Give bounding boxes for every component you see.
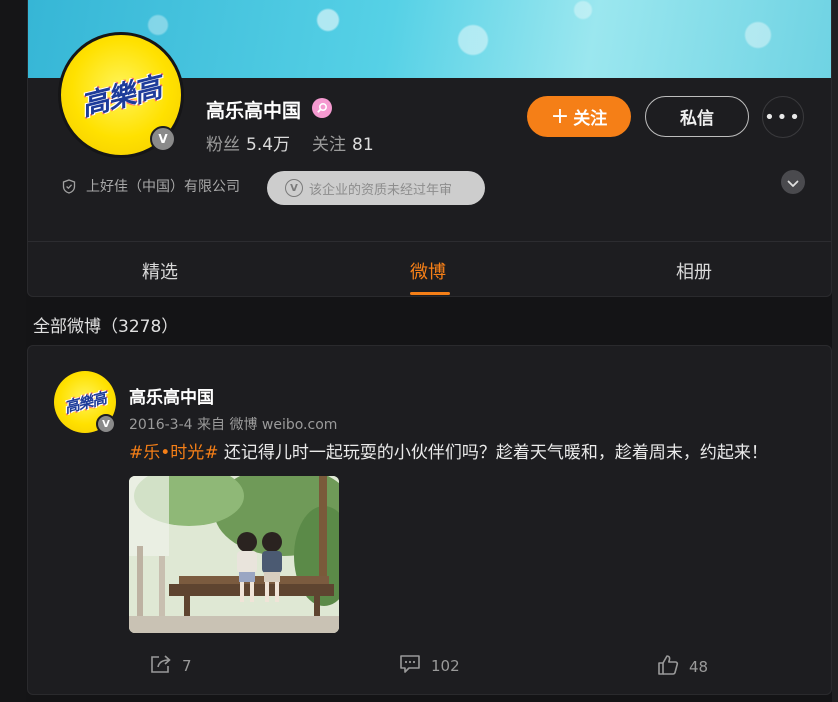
verify-circle-icon: V [285,179,303,197]
verified-icon: V [96,414,116,434]
chevron-down-icon [787,173,799,192]
following-count[interactable]: 81 [352,135,374,155]
following-label[interactable]: 关注 [312,135,346,155]
follow-button[interactable]: + 关注 [527,96,631,137]
message-button-label: 私信 [680,109,714,129]
post-card: 高樂高 V 高乐高中国 2016-3-4 来自 微博 weibo.com #乐•… [27,345,832,695]
search-badge-icon[interactable] [312,98,332,118]
fans-label[interactable]: 粉丝 [206,135,240,155]
left-rail [0,0,26,702]
thumbs-up-icon [657,654,679,680]
ellipsis-icon: ••• [764,106,802,128]
all-posts-title: 全部微博（3278） [33,317,179,337]
brand-logo: 高樂高 [78,70,165,123]
plus-icon: + [550,104,570,129]
qualification-notice: V 该企业的资质未经过年审 [267,171,485,205]
fans-count[interactable]: 5.4万 [246,135,290,155]
comment-icon [399,654,421,678]
follow-button-label: 关注 [573,109,608,129]
more-options-button[interactable]: ••• [762,96,804,138]
active-tab-indicator [410,292,450,295]
profile-name: 高乐高中国 [206,100,302,122]
repost-count: 7 [182,657,192,675]
tabs-divider [28,241,831,242]
post-date[interactable]: 2016-3-4 [129,417,193,433]
post-body: 还记得儿时一起玩耍的小伙伴们吗？趁着天气暖和，趁着周末，约起来！ [218,443,768,463]
expand-button[interactable] [781,170,805,194]
post-hashtag[interactable]: #乐•时光# [129,443,219,463]
company-name: 上好佳（中国）有限公司 [86,179,240,195]
like-button[interactable]: 48 [657,654,708,680]
post-text: #乐•时光# 还记得儿时一起玩耍的小伙伴们吗？趁着天气暖和，趁着周末，约起来！ [129,438,768,463]
post-photo[interactable] [129,476,339,633]
profile-card: 高樂高 V 高乐高中国 粉丝 5.4万 关注 81 + 关注 私信 ••• 上好佳（中… [27,0,832,297]
brand-logo: 高樂高 [62,388,108,417]
tab-featured[interactable]: 精选 [142,258,178,284]
comment-count: 102 [431,657,460,675]
tab-weibo[interactable]: 微博 [410,258,446,284]
post-source: 来自 微博 weibo.com [197,417,338,433]
message-button[interactable]: 私信 [645,96,749,137]
shield-icon [62,178,76,194]
post-author[interactable]: 高乐高中国 [129,383,214,408]
like-count: 48 [689,658,709,676]
company-info: 上好佳（中国）有限公司 [62,176,240,196]
share-icon [150,654,172,678]
post-meta: 2016-3-4 来自 微博 weibo.com [129,414,337,434]
repost-button[interactable]: 7 [150,654,192,678]
notice-text: 该企业的资质未经过年审 [309,182,453,198]
scrollbar-track[interactable] [832,0,838,702]
comment-button[interactable]: 102 [399,654,460,678]
tab-album[interactable]: 相册 [676,258,712,284]
profile-stats: 粉丝 5.4万 关注 81 [206,130,396,155]
verified-icon: V [150,126,176,152]
